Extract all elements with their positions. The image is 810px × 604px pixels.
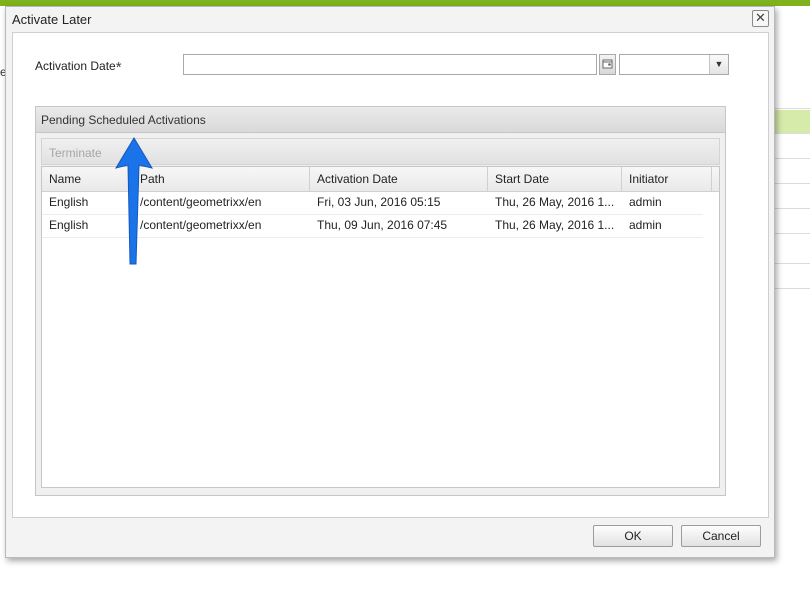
- cell-path: /content/geometrixx/en: [140, 195, 262, 209]
- cell-initiator: admin: [629, 195, 662, 209]
- ok-button[interactable]: OK: [593, 525, 673, 547]
- panel-header: Pending Scheduled Activations: [36, 107, 725, 133]
- close-icon[interactable]: ✕: [752, 10, 769, 27]
- cell-activation-date: Thu, 09 Jun, 2016 07:45: [317, 218, 448, 232]
- required-marker: *: [115, 59, 122, 76]
- terminate-button[interactable]: Terminate: [49, 146, 102, 160]
- arrow-up-icon: [114, 137, 154, 265]
- cell-path: /content/geometrixx/en: [140, 218, 262, 232]
- activation-time-select[interactable]: ▼: [619, 54, 729, 75]
- activate-later-dialog: Activate Later ✕ Activation Date* ▼ Pend…: [5, 6, 775, 558]
- cell-initiator: admin: [629, 218, 662, 232]
- activation-date-label-text: Activation Date: [35, 59, 116, 73]
- column-header-start-date[interactable]: Start Date: [488, 167, 622, 191]
- panel-title: Pending Scheduled Activations: [41, 113, 206, 127]
- column-header-path[interactable]: Path: [133, 167, 310, 191]
- calendar-icon-glyph: [602, 59, 613, 69]
- column-header-activation-date[interactable]: Activation Date: [310, 167, 488, 191]
- cancel-button[interactable]: Cancel: [681, 525, 761, 547]
- column-header-initiator[interactable]: Initiator: [622, 167, 712, 191]
- cell-activation-date: Fri, 03 Jun, 2016 05:15: [317, 195, 441, 209]
- activation-date-label: Activation Date*: [35, 59, 122, 76]
- activation-date-input[interactable]: [183, 54, 597, 75]
- dialog-title: Activate Later: [12, 12, 92, 27]
- cell-start-date: Thu, 26 May, 2016 1...: [495, 195, 615, 209]
- dialog-header[interactable]: Activate Later ✕: [6, 7, 774, 31]
- dialog-body: Activation Date* ▼ Pending Scheduled Act…: [12, 32, 769, 518]
- calendar-icon[interactable]: [599, 54, 616, 75]
- dialog-footer: OK Cancel: [6, 517, 774, 557]
- chevron-down-icon[interactable]: ▼: [709, 55, 728, 74]
- cell-start-date: Thu, 26 May, 2016 1...: [495, 218, 615, 232]
